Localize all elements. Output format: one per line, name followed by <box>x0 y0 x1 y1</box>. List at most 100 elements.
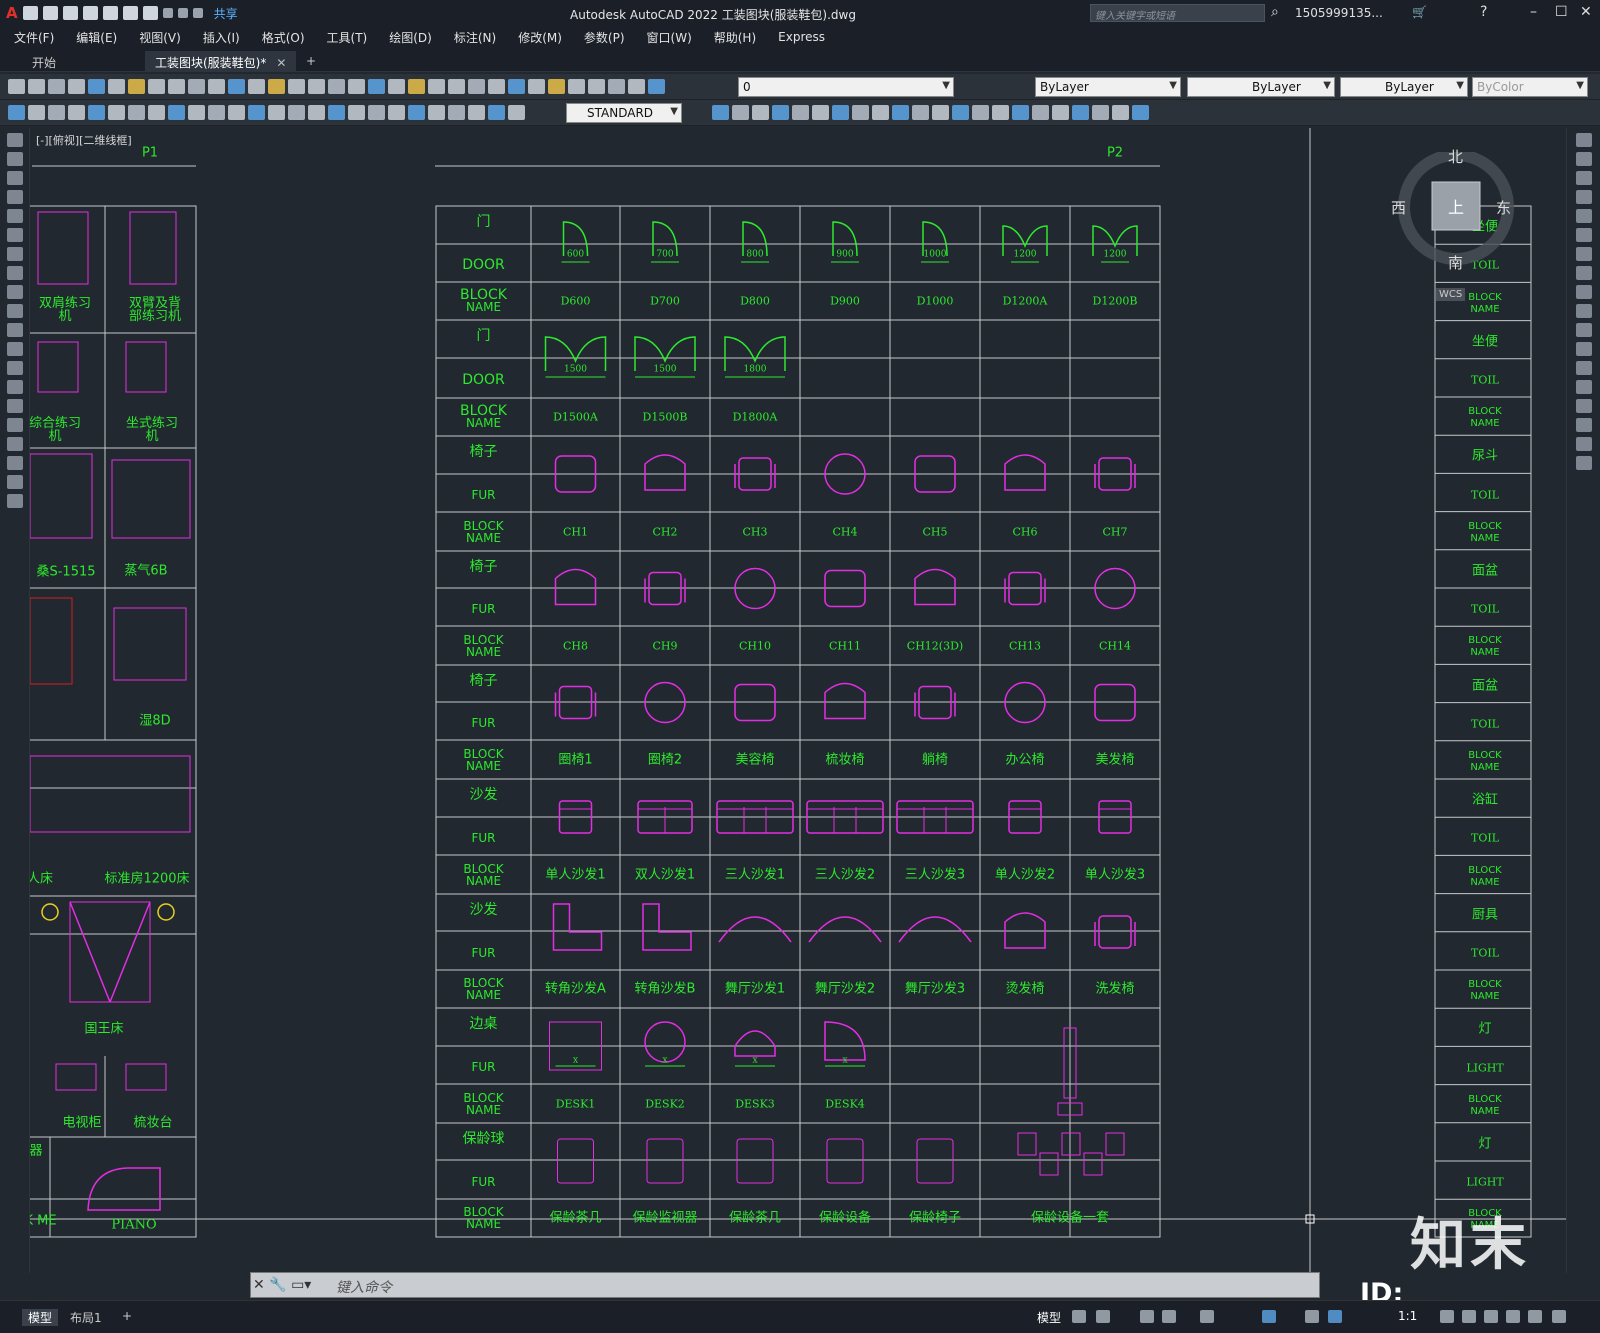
righttools-icon-8[interactable] <box>1576 285 1592 299</box>
viewcube-west[interactable]: 西 <box>1391 197 1406 218</box>
dim-tool-icon-7[interactable] <box>148 105 165 120</box>
selection-cycling-icon[interactable] <box>1328 1310 1342 1323</box>
menu-item-5[interactable]: 工具(T) <box>327 29 368 46</box>
dim-tool-icon-24[interactable] <box>488 105 505 120</box>
modify-tool-icon-7[interactable] <box>852 105 869 120</box>
open-icon[interactable] <box>42 6 58 20</box>
help-icon[interactable]: ? <box>1480 4 1487 20</box>
ortho-icon[interactable] <box>1140 1310 1154 1323</box>
menu-item-0[interactable]: 文件(F) <box>14 29 54 46</box>
righttools-icon-2[interactable] <box>1576 171 1592 185</box>
modify-tool-icon-6[interactable] <box>832 105 849 120</box>
dim-tool-icon-4[interactable] <box>88 105 105 120</box>
lefttools-icon-16[interactable] <box>7 437 23 451</box>
std-tool-icon-7[interactable] <box>148 79 165 94</box>
righttools-icon-12[interactable] <box>1576 361 1592 375</box>
workspace-gear-icon[interactable] <box>1440 1310 1454 1323</box>
redo-icon[interactable] <box>177 8 188 18</box>
customize-icon[interactable] <box>1552 1310 1566 1323</box>
search-input[interactable]: 键入关键字或短语 <box>1090 4 1265 22</box>
modify-tool-icon-17[interactable] <box>1052 105 1069 120</box>
grid-icon[interactable] <box>1072 1310 1086 1323</box>
std-tool-icon-22[interactable] <box>448 79 465 94</box>
snap-icon[interactable] <box>1096 1310 1110 1323</box>
new-icon[interactable] <box>22 6 38 20</box>
modify-tool-icon-21[interactable] <box>1132 105 1149 120</box>
dim-tool-icon-13[interactable] <box>268 105 285 120</box>
modify-tool-icon-5[interactable] <box>812 105 829 120</box>
menu-item-7[interactable]: 标注(N) <box>454 29 496 46</box>
isodraft-icon[interactable] <box>1200 1310 1214 1323</box>
command-input[interactable]: 键入命令 <box>336 1277 392 1297</box>
dim-tool-icon-23[interactable] <box>468 105 485 120</box>
std-tool-icon-11[interactable] <box>228 79 245 94</box>
lefttools-icon-9[interactable] <box>7 304 23 318</box>
viewcube-east[interactable]: 东 <box>1496 197 1511 218</box>
righttools-icon-15[interactable] <box>1576 418 1592 432</box>
save-as-icon[interactable] <box>82 6 98 20</box>
user-account[interactable]: 1505999135... <box>1295 6 1383 20</box>
annotation-scale[interactable]: 1:1 <box>1398 1309 1417 1323</box>
cart-icon[interactable]: 🛒 <box>1412 5 1427 19</box>
menu-item-6[interactable]: 绘图(D) <box>389 29 432 46</box>
lefttools-icon-13[interactable] <box>7 380 23 394</box>
righttools-icon-6[interactable] <box>1576 247 1592 261</box>
std-tool-icon-2[interactable] <box>48 79 65 94</box>
undo-icon[interactable] <box>162 8 173 18</box>
menu-item-1[interactable]: 编辑(E) <box>76 29 117 46</box>
plot-icon[interactable] <box>142 6 158 20</box>
modify-tool-icon-19[interactable] <box>1092 105 1109 120</box>
modify-tool-icon-9[interactable] <box>892 105 909 120</box>
lefttools-icon-15[interactable] <box>7 418 23 432</box>
new-tab-button[interactable]: + <box>296 51 326 72</box>
menu-item-12[interactable]: Express <box>778 30 825 44</box>
lefttools-icon-0[interactable] <box>7 133 23 147</box>
model-space-button[interactable]: 模型 <box>1037 1309 1061 1326</box>
save-web-icon[interactable] <box>122 6 138 20</box>
dim-tool-icon-25[interactable] <box>508 105 525 120</box>
modify-tool-icon-10[interactable] <box>912 105 929 120</box>
command-close-icon[interactable]: ✕ 🔧 ▭▾ <box>253 1277 311 1293</box>
lefttools-icon-14[interactable] <box>7 399 23 413</box>
righttools-icon-13[interactable] <box>1576 380 1592 394</box>
tab-drawing[interactable]: 工装图块(服装鞋包)* ✕ <box>145 51 297 72</box>
dim-tool-icon-22[interactable] <box>448 105 465 120</box>
righttools-icon-14[interactable] <box>1576 399 1592 413</box>
std-tool-icon-26[interactable] <box>528 79 545 94</box>
dim-tool-icon-2[interactable] <box>48 105 65 120</box>
lefttools-icon-17[interactable] <box>7 456 23 470</box>
modify-tool-icon-0[interactable] <box>712 105 729 120</box>
lineweight-icon[interactable] <box>1305 1310 1319 1323</box>
lefttools-icon-18[interactable] <box>7 475 23 489</box>
layer-dropdown[interactable]: 0 ▼ <box>738 77 954 97</box>
std-tool-icon-20[interactable] <box>408 79 425 94</box>
std-tool-icon-17[interactable] <box>348 79 365 94</box>
app-menu-button[interactable]: A <box>6 4 18 22</box>
std-tool-icon-6[interactable] <box>128 79 145 94</box>
dim-tool-icon-15[interactable] <box>308 105 325 120</box>
command-line[interactable]: ✕ 🔧 ▭▾ 键入命令 <box>250 1272 1320 1298</box>
dim-tool-icon-1[interactable] <box>28 105 45 120</box>
modify-tool-icon-1[interactable] <box>732 105 749 120</box>
dim-tool-icon-8[interactable] <box>168 105 185 120</box>
std-tool-icon-23[interactable] <box>468 79 485 94</box>
righttools-icon-16[interactable] <box>1576 437 1592 451</box>
menu-item-2[interactable]: 视图(V) <box>139 29 181 46</box>
tab-layout1[interactable]: 布局1 <box>70 1309 102 1326</box>
save-icon[interactable] <box>62 6 78 20</box>
righttools-icon-0[interactable] <box>1576 133 1592 147</box>
modify-tool-icon-3[interactable] <box>772 105 789 120</box>
lefttools-icon-3[interactable] <box>7 190 23 204</box>
dim-tool-icon-19[interactable] <box>388 105 405 120</box>
dim-tool-icon-12[interactable] <box>248 105 265 120</box>
std-tool-icon-27[interactable] <box>548 79 565 94</box>
maximize-button[interactable]: ☐ <box>1555 4 1568 20</box>
modify-tool-icon-14[interactable] <box>992 105 1009 120</box>
lefttools-icon-10[interactable] <box>7 323 23 337</box>
std-tool-icon-31[interactable] <box>628 79 645 94</box>
std-tool-icon-4[interactable] <box>88 79 105 94</box>
modify-tool-icon-8[interactable] <box>872 105 889 120</box>
viewport-controls[interactable]: [-][俯视][二维线框] <box>36 132 132 148</box>
dim-tool-icon-17[interactable] <box>348 105 365 120</box>
menu-item-3[interactable]: 插入(I) <box>203 29 240 46</box>
